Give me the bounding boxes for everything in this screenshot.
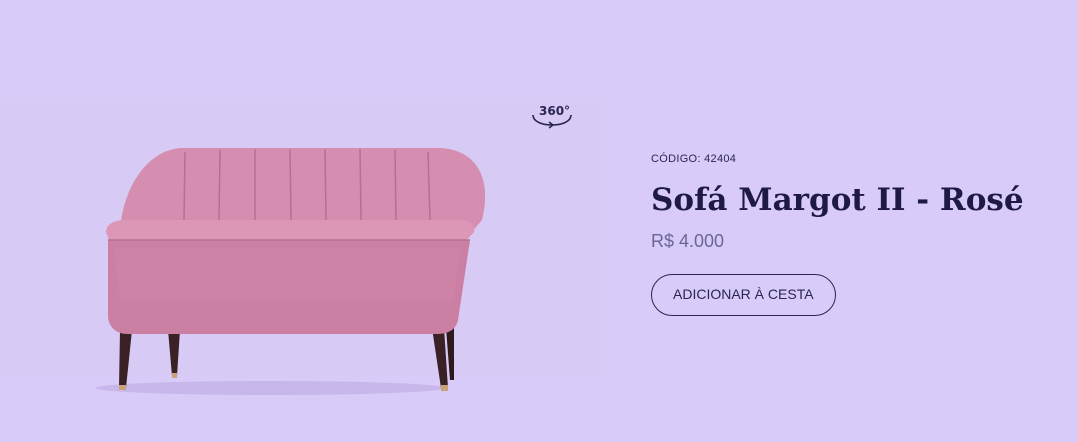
product-title: Sofá Margot II - Rosé xyxy=(651,182,1024,218)
product-code-value: 42404 xyxy=(704,153,737,165)
rotate-360-text: 360° xyxy=(539,104,570,118)
product-page: 360° CÓDIGO: 42404 Sofá Margot II - Rosé… xyxy=(0,0,1078,442)
product-code-label: CÓDIGO: xyxy=(651,153,701,165)
product-code: CÓDIGO: 42404 xyxy=(651,152,1051,166)
add-to-cart-button[interactable]: ADICIONAR À CESTA xyxy=(651,274,836,316)
sofa-illustration xyxy=(95,148,486,395)
product-details: CÓDIGO: 42404 Sofá Margot II - Rosé R$ 4… xyxy=(651,152,1051,316)
product-price: R$ 4.000 xyxy=(651,231,725,251)
product-image xyxy=(0,100,600,395)
rotate-360-icon[interactable]: 360° xyxy=(529,98,575,130)
